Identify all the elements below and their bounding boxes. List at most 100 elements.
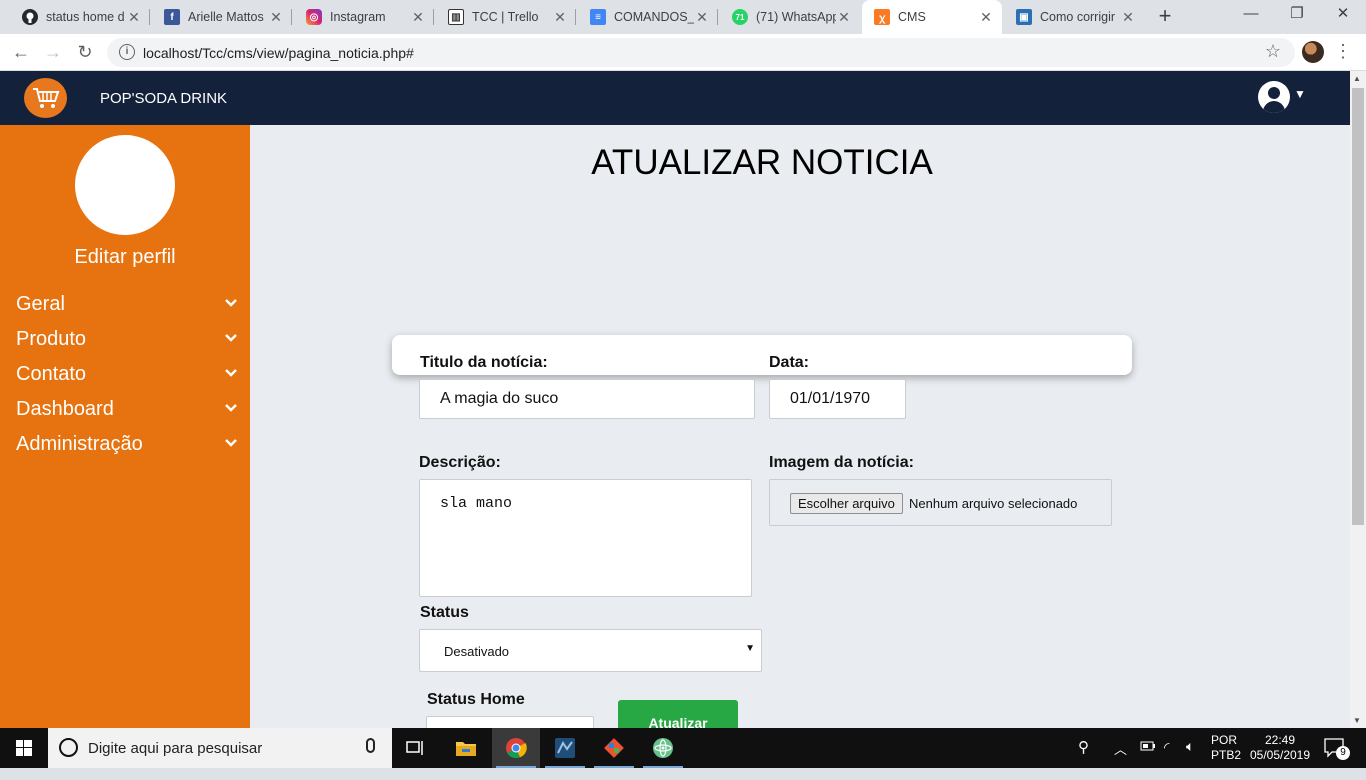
reload-button[interactable]: ↻ [72, 39, 98, 65]
web-page: POP'SODA DRINK ▼ Editar perfil Geral Pro… [0, 71, 1350, 728]
task-view-icon[interactable] [392, 728, 440, 768]
forward-button[interactable]: → [40, 39, 66, 65]
keyboard-layout: PTB2 [1211, 748, 1242, 762]
atom-icon[interactable] [639, 728, 687, 768]
browser-tab-strip: status home d ✕ f Arielle Mattos ✕ ◎ Ins… [0, 0, 1366, 34]
cortana-icon [59, 738, 78, 757]
info-icon[interactable]: i [119, 44, 135, 60]
description-label: Descrição: [419, 454, 501, 471]
sidebar-item-dashboard[interactable]: Dashboard [16, 396, 238, 426]
chrome-icon[interactable] [492, 728, 540, 768]
clock-date: 05/05/2019 [1249, 748, 1311, 762]
status-select[interactable]: Desativado ▼ [419, 629, 762, 672]
sidebar-item-label: Administração [16, 433, 143, 455]
tab-trello[interactable]: ▥ TCC | Trello ✕ [436, 0, 576, 34]
title-input-value: A magia do suco [440, 390, 559, 407]
status-home-select[interactable] [426, 716, 594, 728]
title-input[interactable]: A magia do suco [419, 379, 755, 419]
language-indicator[interactable]: POR PTB2 [1211, 733, 1241, 773]
volume-icon[interactable]: 🔈︎ [1186, 738, 1194, 778]
cube-icon: ▣ [1016, 9, 1032, 25]
choose-file-button[interactable]: Escolher arquivo [790, 493, 903, 514]
tab-title: Arielle Mattos [188, 10, 264, 24]
tab-instagram[interactable]: ◎ Instagram ✕ [294, 0, 434, 34]
tab-github[interactable]: status home d ✕ [10, 0, 150, 34]
windows-start-icon[interactable] [0, 728, 48, 768]
image-label: Imagem da notícia: [769, 454, 914, 471]
description-textarea[interactable]: sla mano [419, 479, 752, 597]
microphone-icon[interactable] [366, 738, 375, 753]
status-home-label: Status Home [427, 691, 525, 708]
file-explorer-icon[interactable] [442, 728, 490, 768]
sidebar-item-contato[interactable]: Contato [16, 361, 238, 391]
address-bar[interactable]: i localhost/Tcc/cms/view/pagina_noticia.… [107, 38, 1295, 67]
bookmark-star-icon[interactable]: ☆ [1265, 41, 1281, 62]
sidebar-item-administracao[interactable]: Administração [16, 431, 238, 461]
url-text[interactable]: localhost/Tcc/cms/view/pagina_noticia.ph… [143, 45, 414, 61]
image-file-input: Escolher arquivo Nenhum arquivo selecion… [769, 479, 1112, 526]
clock[interactable]: 22:49 05/05/2019 [1248, 733, 1312, 773]
chevron-down-icon[interactable] [224, 328, 238, 351]
sidebar-item-geral[interactable]: Geral [16, 291, 238, 321]
people-icon[interactable]: ⚲ [1078, 738, 1089, 778]
restore-button[interactable]: ❐ [1274, 0, 1320, 30]
sidebar-item-produto[interactable]: Produto [16, 326, 238, 356]
close-icon[interactable]: ✕ [836, 9, 852, 26]
tab-como-corrigir[interactable]: ▣ Como corrigir ✕ [1004, 0, 1144, 34]
file-status-text: Nenhum arquivo selecionado [909, 496, 1078, 511]
profile-avatar[interactable] [1302, 41, 1324, 63]
sidebar-item-label: Contato [16, 363, 87, 385]
scroll-down-arrow-icon[interactable]: ▼ [1353, 716, 1361, 725]
tab-whatsapp[interactable]: 71 (71) WhatsApp ✕ [720, 0, 860, 34]
tab-cms[interactable]: ꭓ CMS ✕ [862, 0, 1002, 34]
search-placeholder: Digite aqui para pesquisar [88, 740, 263, 757]
tab-title: Instagram [330, 10, 386, 24]
github-icon [22, 9, 38, 25]
tab-facebook[interactable]: f Arielle Mattos ✕ [152, 0, 292, 34]
date-input-value: 01/01/1970 [790, 390, 871, 407]
close-icon[interactable]: ✕ [552, 9, 568, 26]
wifi-icon[interactable]: ◜ [1164, 739, 1169, 779]
user-account-icon[interactable] [1258, 81, 1290, 113]
close-icon[interactable]: ✕ [978, 9, 994, 26]
trello-icon: ▥ [448, 9, 464, 25]
minimize-button[interactable]: — [1228, 0, 1274, 30]
chevron-up-icon[interactable]: ︿ [1114, 739, 1127, 779]
close-icon[interactable]: ✕ [410, 9, 426, 26]
profile-avatar-placeholder[interactable] [75, 135, 175, 235]
page-title: ATUALIZAR NOTICIA [591, 143, 933, 182]
close-icon[interactable]: ✕ [268, 9, 284, 26]
browser-menu-icon[interactable]: ⋮ [1334, 40, 1352, 64]
sidebar-item-label: Geral [16, 293, 65, 315]
tab-title: CMS [898, 10, 926, 24]
sidebar: Editar perfil Geral Produto Contato Dash… [0, 125, 250, 728]
close-window-button[interactable]: ✕ [1320, 0, 1366, 30]
status-select-value: Desativado [444, 644, 510, 659]
new-tab-button[interactable]: + [1152, 4, 1178, 30]
update-button[interactable]: Atualizar [618, 700, 738, 728]
taskbar-search-box[interactable]: Digite aqui para pesquisar [48, 728, 392, 768]
tab-title: TCC | Trello [472, 10, 539, 24]
scrollbar-thumb[interactable] [1352, 88, 1364, 525]
close-icon[interactable]: ✕ [126, 9, 142, 26]
cart-logo-icon[interactable] [24, 78, 67, 118]
scroll-up-arrow-icon[interactable]: ▲ [1353, 74, 1361, 83]
mysql-workbench-icon[interactable] [541, 728, 589, 768]
chevron-down-icon[interactable] [224, 433, 238, 456]
status-label: Status [420, 604, 469, 621]
tab-docs[interactable]: ≡ COMANDOS_C ✕ [578, 0, 718, 34]
date-input[interactable]: 01/01/1970 [769, 379, 906, 419]
close-icon[interactable]: ✕ [694, 9, 710, 26]
edit-profile-link[interactable]: Editar perfil [0, 246, 250, 269]
close-icon[interactable]: ✕ [1120, 9, 1136, 26]
chevron-down-icon[interactable] [224, 398, 238, 421]
notifications-icon[interactable]: 9 [1324, 738, 1350, 778]
chevron-down-icon[interactable] [224, 293, 238, 316]
browser-toolbar: ← → ↻ i localhost/Tcc/cms/view/pagina_no… [0, 34, 1366, 71]
chevron-down-icon[interactable] [224, 363, 238, 386]
page-scrollbar[interactable]: ▲ ▼ [1350, 71, 1366, 728]
chevron-down-icon[interactable]: ▼ [1294, 87, 1306, 101]
battery-icon[interactable] [1140, 740, 1156, 780]
git-icon[interactable] [590, 728, 638, 768]
back-button[interactable]: ← [8, 39, 34, 65]
